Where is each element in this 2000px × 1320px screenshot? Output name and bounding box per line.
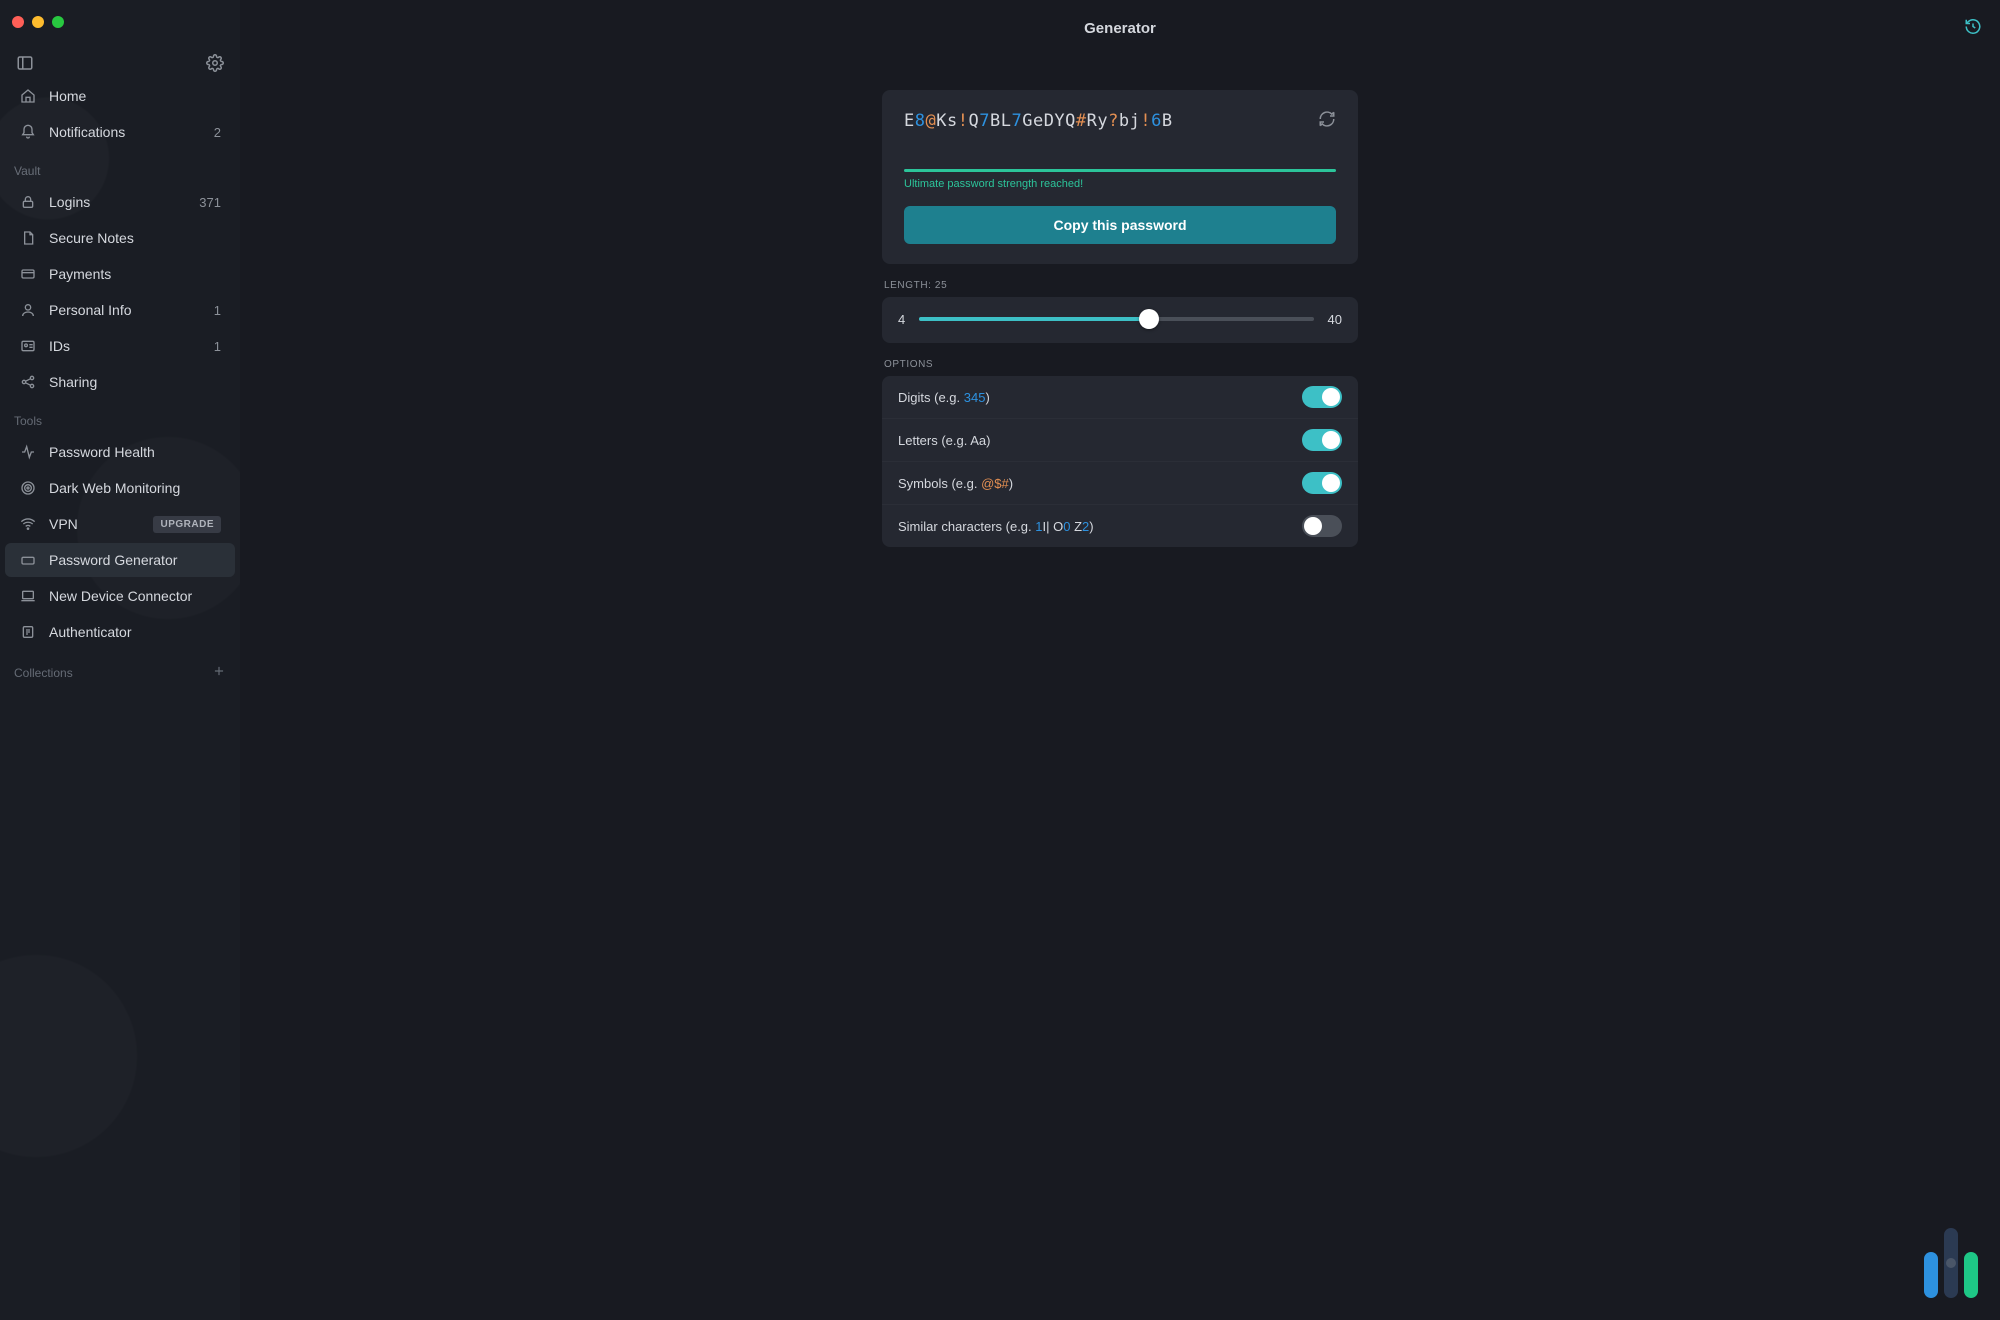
support-bar-2 [1944, 1228, 1958, 1298]
sidebar-item-label: Sharing [49, 374, 221, 390]
option-toggle[interactable] [1302, 515, 1342, 537]
options-card: Digits (e.g. 345) Letters (e.g. Aa) Symbol… [882, 376, 1358, 547]
option-toggle[interactable] [1302, 472, 1342, 494]
bell-icon [19, 123, 37, 141]
history-icon[interactable] [1964, 18, 1982, 39]
wifi-icon [19, 515, 37, 533]
sidebar-item-label: Home [49, 88, 221, 104]
sidebar-item-count: 1 [214, 303, 221, 318]
option-label: Digits (e.g. 345) [898, 390, 990, 405]
traffic-zoom[interactable] [52, 16, 64, 28]
radar-icon [19, 479, 37, 497]
sidebar-item-label: Password Health [49, 444, 221, 460]
collapse-sidebar-icon[interactable] [14, 52, 36, 74]
sidebar-item-label: Logins [49, 194, 187, 210]
sidebar-item-sharing[interactable]: Sharing [5, 365, 235, 399]
strength-label: Ultimate password strength reached! [904, 178, 1336, 190]
sidebar-item-notifications[interactable]: Notifications 2 [5, 115, 235, 149]
length-card: 4 40 [882, 297, 1358, 343]
add-collection-icon[interactable] [212, 664, 226, 681]
traffic-minimize[interactable] [32, 16, 44, 28]
traffic-close[interactable] [12, 16, 24, 28]
sidebar-item-count: 2 [214, 125, 221, 140]
window-traffic-lights [0, 0, 240, 44]
user-icon [19, 301, 37, 319]
sidebar-item-ids[interactable]: IDs 1 [5, 329, 235, 363]
option-row: Digits (e.g. 345) [882, 376, 1358, 419]
option-label: Letters (e.g. Aa) [898, 433, 991, 448]
laptop-icon [19, 587, 37, 605]
support-bar-3 [1964, 1252, 1978, 1298]
main-area: Generator E8@Ks!Q7BL7GeDYQ#Ry?bj!6B [240, 0, 2000, 1320]
length-min: 4 [898, 312, 905, 327]
support-widget[interactable] [1924, 1228, 1978, 1298]
sidebar-item-home[interactable]: Home [5, 79, 235, 113]
sidebar-item-password-health[interactable]: Password Health [5, 435, 235, 469]
card-icon [19, 265, 37, 283]
sidebar-section-vault: Vault [0, 150, 240, 184]
sidebar-item-label: IDs [49, 338, 202, 354]
sidebar-item-logins[interactable]: Logins 371 [5, 185, 235, 219]
sidebar-item-dark-web[interactable]: Dark Web Monitoring [5, 471, 235, 505]
authenticator-icon [19, 623, 37, 641]
sidebar-item-count: 371 [199, 195, 221, 210]
option-row: Similar characters (e.g. 1I| O0 Z2) [882, 505, 1358, 547]
option-row: Letters (e.g. Aa) [882, 419, 1358, 462]
note-icon [19, 229, 37, 247]
length-section-label: LENGTH: 25 [884, 280, 1358, 291]
sidebar-item-payments[interactable]: Payments [5, 257, 235, 291]
sidebar-item-label: Secure Notes [49, 230, 221, 246]
password-card: E8@Ks!Q7BL7GeDYQ#Ry?bj!6B Ultimate passw… [882, 90, 1358, 264]
options-section-label: OPTIONS [884, 359, 1358, 370]
support-bar-1 [1924, 1252, 1938, 1298]
sidebar-item-label: Notifications [49, 124, 202, 140]
upgrade-badge[interactable]: UPGRADE [153, 516, 221, 533]
lock-icon [19, 193, 37, 211]
strength-meter [904, 169, 1336, 172]
main-header: Generator [240, 0, 2000, 56]
id-icon [19, 337, 37, 355]
option-label: Symbols (e.g. @$#) [898, 476, 1013, 491]
sidebar-item-label: Authenticator [49, 624, 221, 640]
sidebar-item-personal-info[interactable]: Personal Info 1 [5, 293, 235, 327]
sidebar-item-label: Personal Info [49, 302, 202, 318]
regenerate-icon[interactable] [1318, 110, 1336, 131]
length-max: 40 [1328, 312, 1342, 327]
option-row: Symbols (e.g. @$#) [882, 462, 1358, 505]
activity-icon [19, 443, 37, 461]
option-toggle[interactable] [1302, 386, 1342, 408]
sidebar-item-password-generator[interactable]: Password Generator [5, 543, 235, 577]
sidebar-section-collections: Collections [14, 666, 73, 680]
length-slider-thumb[interactable] [1139, 309, 1159, 329]
sidebar-item-count: 1 [214, 339, 221, 354]
sidebar-item-authenticator[interactable]: Authenticator [5, 615, 235, 649]
sidebar-section-tools: Tools [0, 400, 240, 434]
sidebar-item-label: VPN [49, 516, 141, 532]
option-toggle[interactable] [1302, 429, 1342, 451]
page-title: Generator [1084, 20, 1156, 37]
option-label: Similar characters (e.g. 1I| O0 Z2) [898, 519, 1094, 534]
sidebar-item-device-connector[interactable]: New Device Connector [5, 579, 235, 613]
sidebar-item-label: New Device Connector [49, 588, 221, 604]
sidebar-item-label: Payments [49, 266, 221, 282]
sidebar: Home Notifications 2 Vault Logins 371 Se… [0, 0, 240, 1320]
settings-icon[interactable] [204, 52, 226, 74]
sidebar-item-vpn[interactable]: VPN UPGRADE [5, 507, 235, 541]
copy-password-button[interactable]: Copy this password [904, 206, 1336, 244]
share-icon [19, 373, 37, 391]
generated-password[interactable]: E8@Ks!Q7BL7GeDYQ#Ry?bj!6B [904, 111, 1173, 131]
sidebar-item-label: Password Generator [49, 552, 221, 568]
generator-icon [19, 551, 37, 569]
sidebar-item-label: Dark Web Monitoring [49, 480, 221, 496]
length-slider[interactable] [919, 309, 1313, 329]
home-icon [19, 87, 37, 105]
sidebar-item-secure-notes[interactable]: Secure Notes [5, 221, 235, 255]
